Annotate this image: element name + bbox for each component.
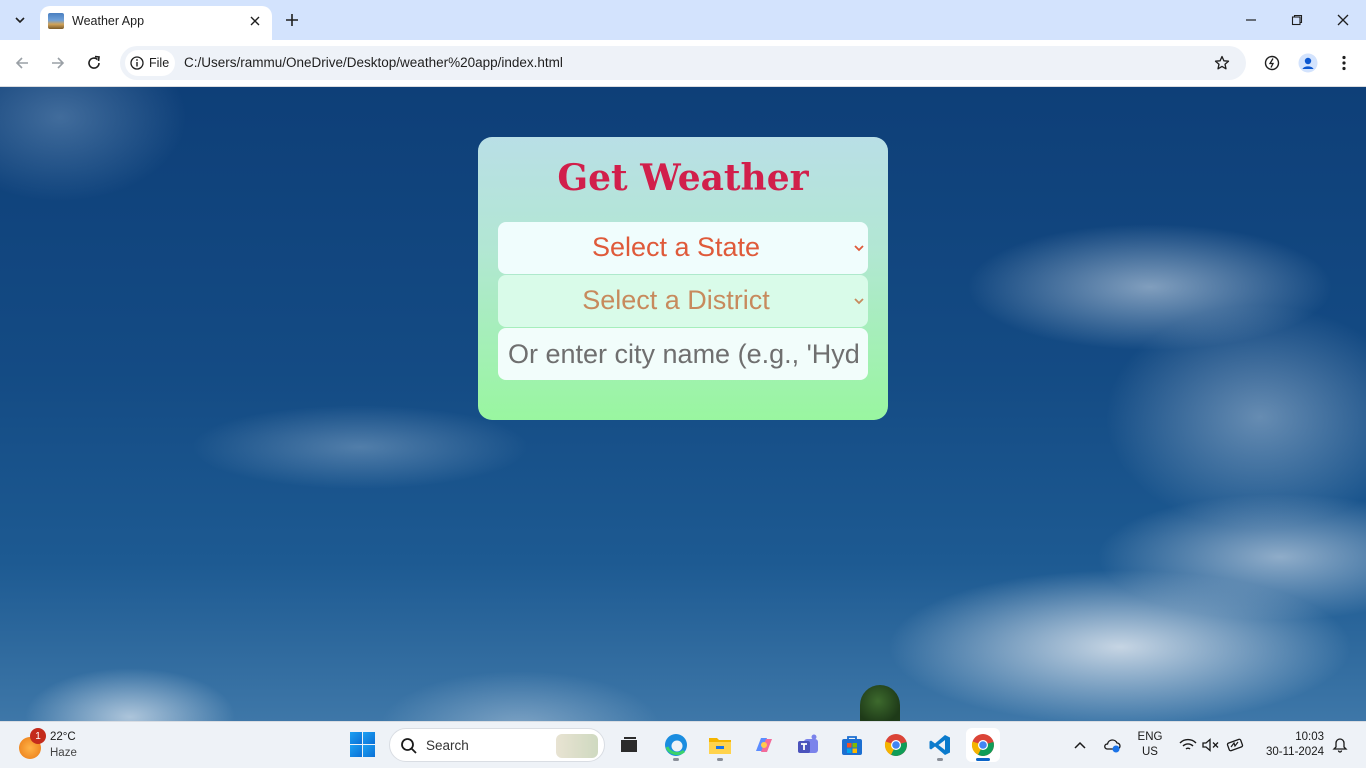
notification-badge: 1 [30,728,46,744]
chrome-button[interactable] [879,728,913,762]
city-input[interactable] [498,328,868,380]
restore-button[interactable] [1282,8,1312,32]
windows-logo-icon [350,732,362,744]
copilot-button[interactable] [747,728,781,762]
chevron-up-icon [1074,741,1086,749]
start-button[interactable] [350,732,376,758]
teams-button[interactable] [791,728,825,762]
volume-button[interactable] [1201,735,1221,755]
clock-time: 10:03 [1295,731,1324,743]
clock-date: 30-11-2024 [1266,746,1324,758]
forward-button[interactable] [45,50,71,76]
store-icon [842,736,862,755]
minimize-button[interactable] [1236,8,1266,32]
notification-bell-icon [1332,738,1348,753]
favicon-icon [48,13,64,29]
new-tab-button[interactable] [280,8,304,32]
chrome-icon [971,734,994,756]
restore-icon [1291,14,1303,26]
close-window-button[interactable] [1328,8,1358,32]
tab-search-button[interactable] [6,7,34,33]
onedrive-sync-button[interactable] [1102,735,1122,755]
tree-background-image [860,685,900,721]
profile-button[interactable] [1296,51,1320,75]
district-select-value: Select a District [582,285,770,315]
cloud-sync-icon [1104,739,1121,753]
taskbar-search[interactable]: Search [389,728,605,762]
file-explorer-button[interactable] [703,728,737,762]
taskbar: 1 22°C Haze Search ENG US 10:03 30-11-20… [0,721,1366,768]
teams-icon [798,734,818,753]
arrow-left-icon [15,57,28,69]
battery-icon [1226,738,1244,752]
browser-toolbar: File C:/Users/rammu/OneDrive/Desktop/wea… [0,40,1366,87]
search-label: Search [426,738,469,753]
weather-condition: Haze [50,747,77,759]
task-view-button[interactable] [612,728,646,762]
chevron-down-icon [854,296,864,306]
tab-strip: Weather App [0,0,1366,40]
weather-temperature: 22°C [50,731,76,743]
site-info-chip[interactable]: File [125,50,175,76]
state-select[interactable]: Select a State [498,222,868,274]
reload-icon [88,55,100,69]
folder-icon [709,738,731,754]
battery-button[interactable] [1225,735,1245,755]
tab-title: Weather App [72,14,145,28]
vscode-icon [929,735,950,755]
search-highlight-image [556,734,598,758]
tab-close-button[interactable] [246,12,264,30]
region-code: US [1142,746,1158,758]
edge-button[interactable] [659,728,693,762]
chrome-active-button[interactable] [966,728,1000,762]
reload-button[interactable] [81,50,107,76]
weather-form-card: Get Weather Select a State Select a Dist… [478,137,888,420]
language-indicator[interactable]: ENG US [1136,730,1164,760]
back-button[interactable] [9,50,35,76]
clock[interactable]: 10:03 30-11-2024 [1256,730,1324,760]
arrow-right-icon [52,57,65,69]
notifications-button[interactable] [1330,735,1350,755]
chevron-down-icon [854,243,864,253]
minimize-icon [1246,19,1256,21]
language-code: ENG [1137,731,1163,743]
chevron-down-icon [15,17,25,24]
url-text[interactable]: C:/Users/rammu/OneDrive/Desktop/weather%… [184,55,563,70]
state-select-value: Select a State [591,232,761,262]
kebab-menu-icon [1342,55,1346,71]
task-view-icon [621,737,637,752]
address-bar[interactable]: File C:/Users/rammu/OneDrive/Desktop/wea… [120,46,1246,80]
page-title: Get Weather [557,157,809,199]
browser-tab[interactable]: Weather App [40,6,272,40]
vs-code-button[interactable] [923,728,957,762]
plus-icon [286,14,298,26]
site-chip-label: File [149,56,170,70]
wifi-icon [1179,738,1197,750]
performance-button[interactable] [1260,51,1284,75]
weather-app-page: Get Weather Select a State Select a Dist… [0,87,1366,721]
speedometer-icon [1264,55,1280,71]
info-icon [130,56,144,70]
menu-button[interactable] [1332,51,1356,75]
district-select[interactable]: Select a District [498,275,868,327]
weather-widget[interactable]: 1 22°C Haze [16,728,96,764]
close-icon [250,16,260,26]
chrome-icon [884,734,907,756]
bookmark-button[interactable] [1212,53,1232,73]
microsoft-store-button[interactable] [835,728,869,762]
copilot-icon [756,738,772,752]
wifi-button[interactable] [1178,735,1198,755]
star-icon [1214,55,1230,70]
avatar-icon [1298,53,1318,73]
volume-muted-icon [1202,738,1219,752]
close-icon [1337,14,1349,26]
edge-icon [665,734,687,756]
show-hidden-icons-button[interactable] [1070,735,1090,755]
search-icon [401,738,417,754]
